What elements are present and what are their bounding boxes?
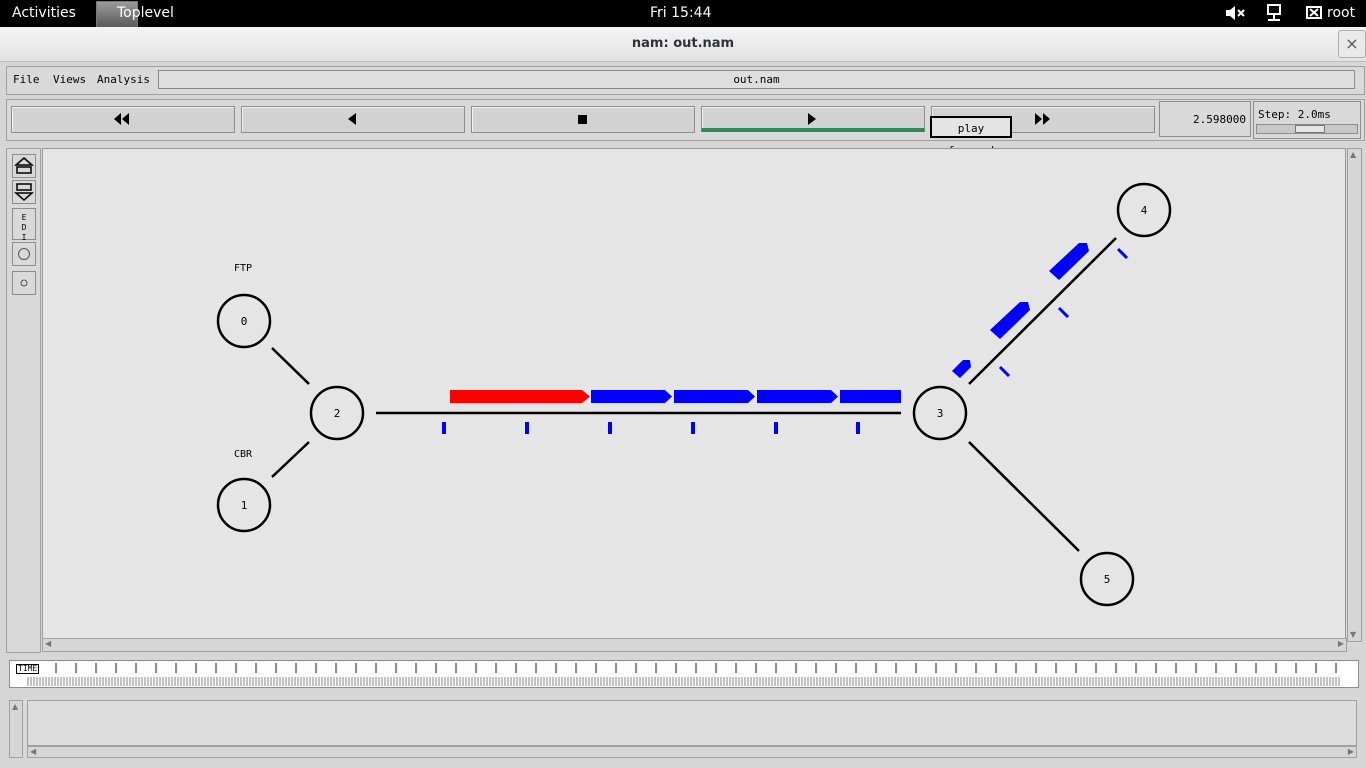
- zoom-in-button[interactable]: [12, 154, 36, 178]
- scroll-down-icon[interactable]: ▼: [1350, 631, 1356, 639]
- link-3-5: [968, 441, 1080, 552]
- play-forward-icon: [808, 113, 816, 125]
- activities-button[interactable]: Activities: [12, 5, 76, 21]
- ftp-agent-label: FTP: [234, 263, 252, 274]
- step-slider-thumb[interactable]: [1295, 125, 1325, 133]
- timeline-slider[interactable]: TIME: [9, 660, 1359, 688]
- menu-views[interactable]: Views: [53, 73, 86, 86]
- svg-text:5: 5: [1104, 573, 1111, 586]
- user-menu[interactable]: root: [1305, 4, 1355, 22]
- play-forward-tooltip: play forward: [930, 116, 1012, 157]
- annotation-vertical-scrollbar[interactable]: ▲: [9, 700, 23, 758]
- annotation-list[interactable]: [27, 700, 1357, 746]
- node-5: 5: [1079, 551, 1135, 607]
- volume-muted-icon[interactable]: [1224, 4, 1246, 22]
- system-top-bar: Activities Toplevel Fri 15:44 root: [0, 0, 1366, 28]
- packet-cbr: [1049, 243, 1089, 280]
- zoom-out-button[interactable]: [12, 180, 36, 204]
- node-4: 4: [1116, 182, 1172, 238]
- close-button[interactable]: ×: [1338, 30, 1366, 58]
- tool-bar: E D I T: [6, 148, 41, 653]
- ack-marker: [998, 365, 1011, 378]
- step-control: Step: 2.0ms: [1253, 101, 1361, 139]
- packet-cbr: [952, 360, 971, 378]
- scroll-left-icon[interactable]: ◀: [45, 640, 51, 648]
- stop-button[interactable]: [471, 106, 695, 133]
- timeline-ticks: [27, 663, 1340, 686]
- circle-large-icon: [18, 248, 30, 260]
- user-icon: [1306, 6, 1322, 19]
- play-forward-button[interactable]: [701, 106, 925, 132]
- rewind-button[interactable]: [11, 106, 235, 133]
- step-label: Step: 2.0ms: [1258, 108, 1331, 121]
- menu-analysis[interactable]: Analysis: [97, 73, 150, 86]
- menu-file[interactable]: File: [13, 73, 40, 86]
- stop-icon: [578, 115, 587, 124]
- topology-drawing: 0 1 2 3 4 5 FTP CBR: [216, 182, 1172, 607]
- node-0: 0: [216, 293, 272, 349]
- link-0-2: [271, 347, 310, 385]
- ack-marker: [442, 422, 446, 434]
- zoom-in-icon: [14, 157, 34, 174]
- app-name[interactable]: Toplevel: [117, 5, 174, 21]
- play-backward-button[interactable]: [241, 106, 465, 133]
- node-3: 3: [912, 385, 968, 441]
- svg-text:3: 3: [937, 407, 944, 420]
- annotation-horizontal-scrollbar[interactable]: ◀ ▶: [27, 746, 1357, 758]
- canvas-horizontal-scrollbar[interactable]: ◀ ▶: [42, 638, 1347, 652]
- node-tool-large[interactable]: [12, 242, 36, 266]
- svg-text:0: 0: [241, 315, 248, 328]
- current-time-display: 2.598000: [1159, 101, 1251, 137]
- svg-text:4: 4: [1141, 204, 1148, 217]
- packet-ftp: [450, 390, 590, 403]
- rewind-icon: [114, 113, 129, 125]
- ack-marker: [1057, 306, 1070, 319]
- ack-marker: [691, 422, 695, 434]
- packet-cbr: [757, 390, 838, 403]
- canvas-vertical-scrollbar[interactable]: ▲ ▼: [1347, 148, 1362, 642]
- svg-text:2: 2: [334, 407, 341, 420]
- step-slider[interactable]: [1256, 124, 1358, 134]
- svg-text:1: 1: [241, 499, 248, 512]
- node-tool-small[interactable]: [12, 271, 36, 295]
- scroll-right-icon[interactable]: ▶: [1348, 748, 1354, 756]
- play-backward-icon: [348, 113, 356, 125]
- network-canvas[interactable]: 0 1 2 3 4 5 FTP CBR: [42, 148, 1346, 640]
- fast-forward-icon: [1035, 113, 1050, 125]
- scroll-right-icon[interactable]: ▶: [1338, 640, 1344, 648]
- node-2: 2: [309, 385, 365, 441]
- edit-button[interactable]: E D I T: [12, 208, 36, 252]
- ack-marker: [856, 422, 860, 434]
- scroll-up-icon[interactable]: ▲: [1350, 151, 1356, 159]
- ack-marker: [1116, 247, 1129, 260]
- clock[interactable]: Fri 15:44: [650, 5, 711, 21]
- packet-cbr: [674, 390, 755, 403]
- playback-controls: 2.598000 Step: 2.0ms: [6, 99, 1365, 141]
- ack-marker: [608, 422, 612, 434]
- link-3-4: [968, 237, 1117, 385]
- scroll-left-icon[interactable]: ◀: [30, 748, 36, 756]
- packet-cbr: [990, 302, 1030, 339]
- network-icon[interactable]: [1265, 4, 1283, 22]
- ack-marker: [525, 422, 529, 434]
- scroll-up-icon[interactable]: ▲: [12, 703, 18, 711]
- packet-cbr: [840, 390, 901, 403]
- circle-small-icon: [20, 279, 28, 287]
- window-title: nam: out.nam: [631, 36, 735, 51]
- ack-marker: [774, 422, 778, 434]
- cbr-agent-label: CBR: [234, 449, 253, 460]
- zoom-out-icon: [14, 183, 34, 201]
- timeline-label[interactable]: TIME: [16, 664, 40, 674]
- node-1: 1: [216, 477, 272, 533]
- link-1-2: [271, 441, 310, 478]
- filename-display: out.nam: [158, 70, 1355, 89]
- packet-cbr: [591, 390, 672, 403]
- menu-bar: File Views Analysis out.nam: [6, 66, 1365, 95]
- window-title-bar: nam: out.nam ×: [0, 27, 1366, 62]
- annotation-panel: ▲ ◀ ▶: [9, 700, 1357, 758]
- user-name: root: [1327, 5, 1356, 21]
